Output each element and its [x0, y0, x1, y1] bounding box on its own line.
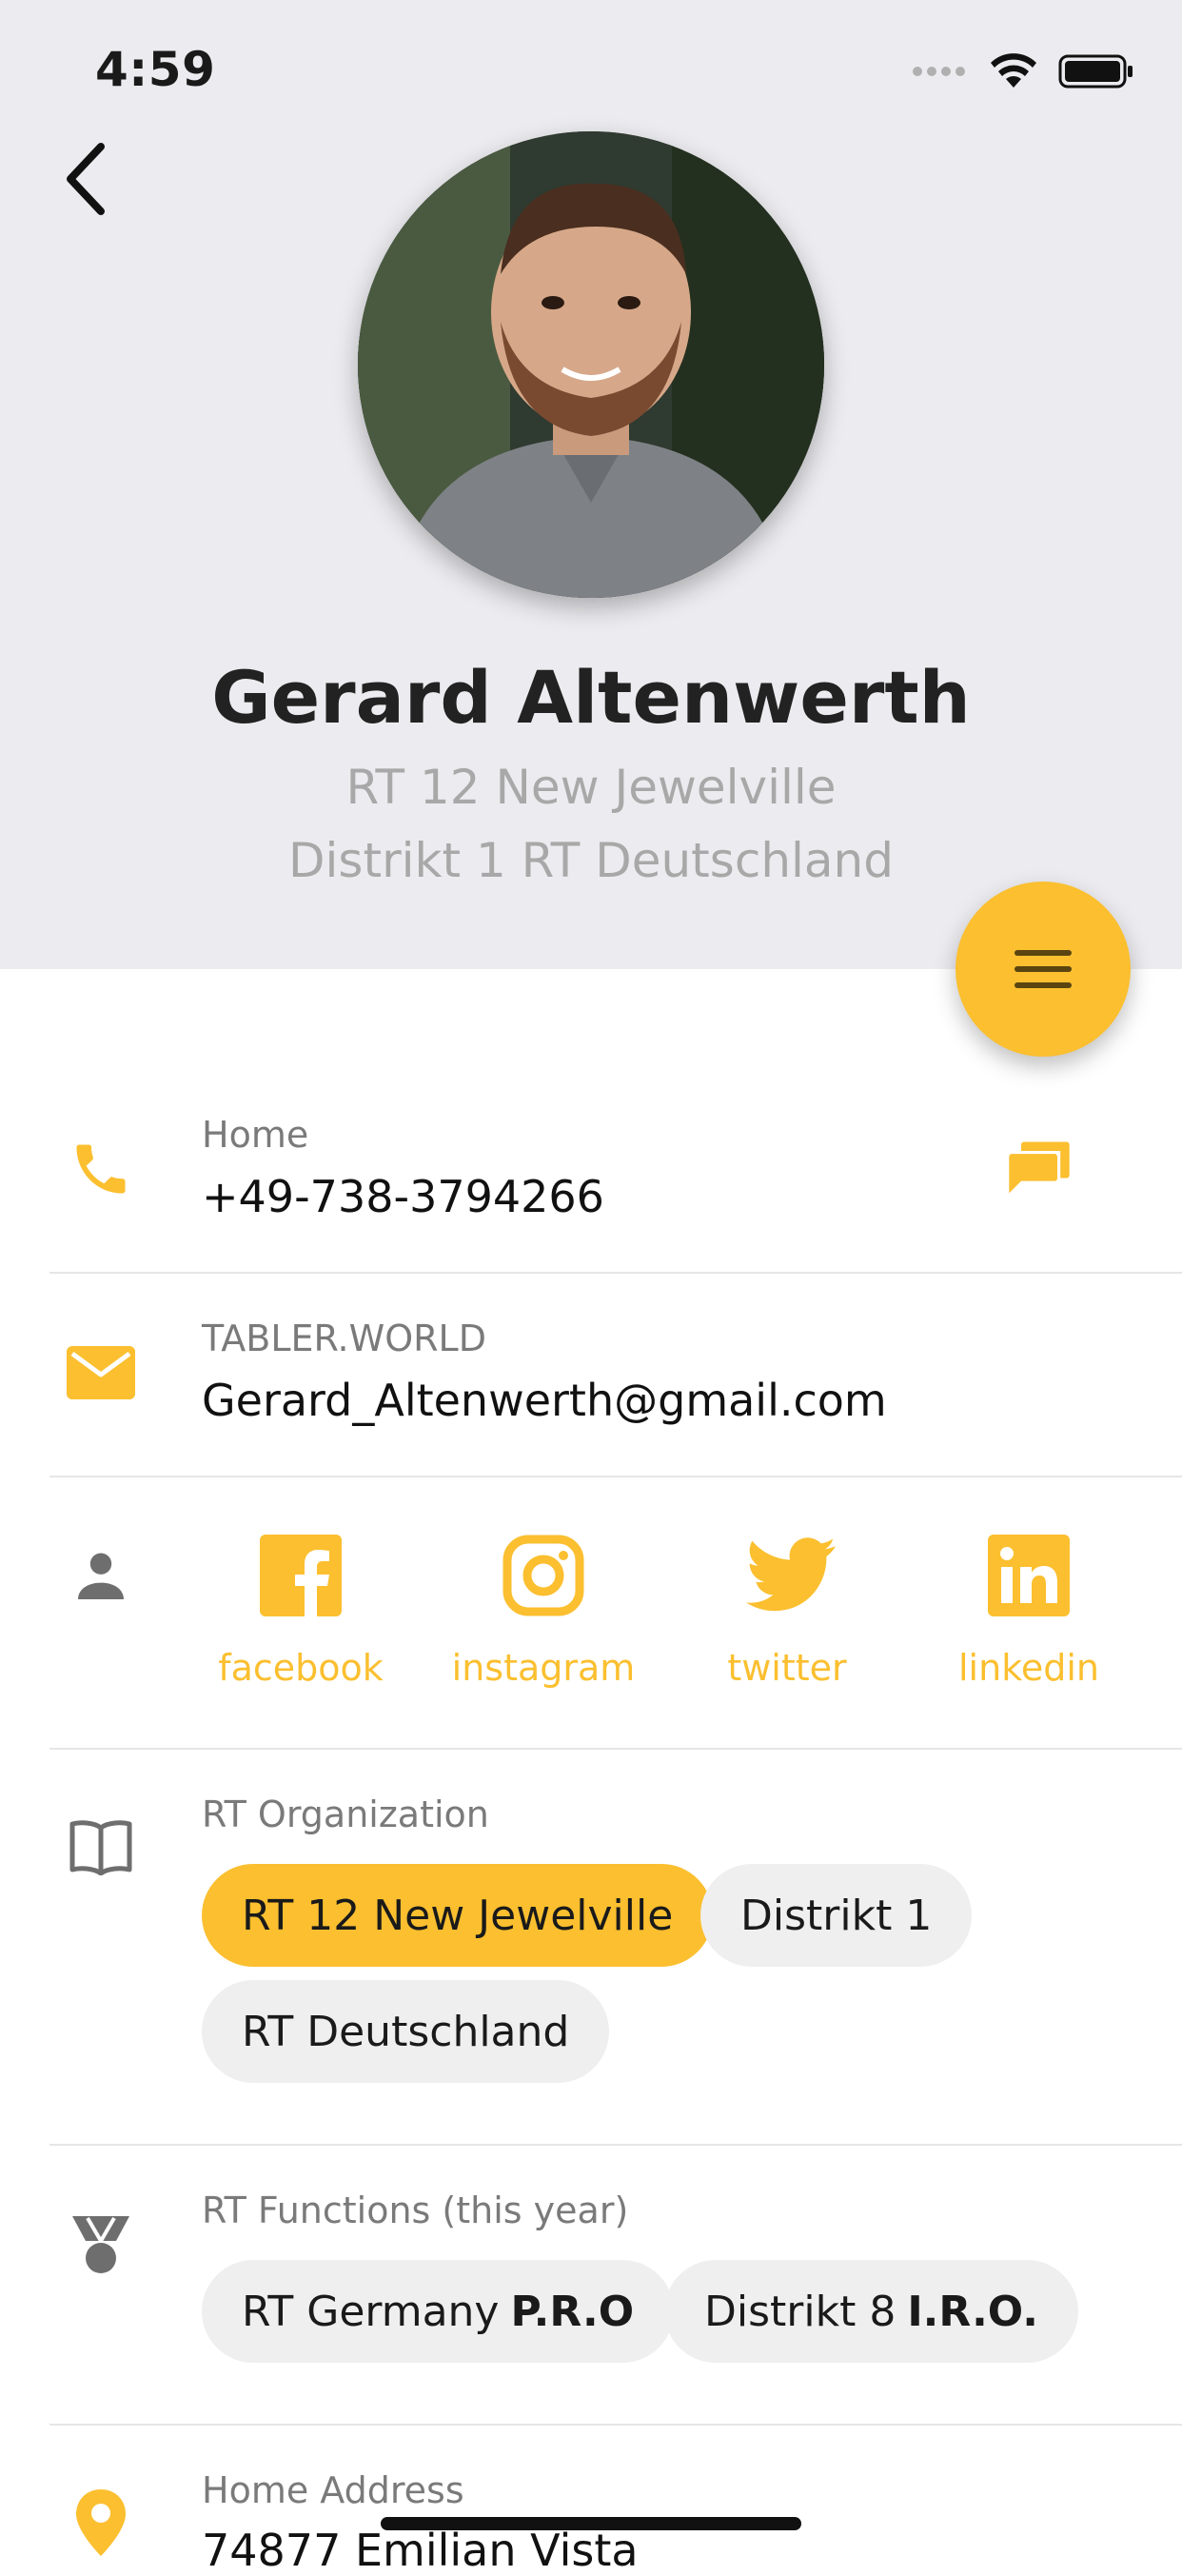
social-label: facebook [218, 1647, 384, 1689]
org-chip[interactable]: RT 12 New Jewelville [202, 1864, 714, 1967]
phone-number[interactable]: +49-738-3794266 [202, 1171, 604, 1222]
avatar [358, 131, 824, 598]
menu-fab-button[interactable] [955, 882, 1131, 1057]
battery-icon [1058, 54, 1133, 89]
social-twitter[interactable]: twitter [692, 1535, 882, 1689]
signal-icon [913, 67, 965, 76]
person-icon [63, 1538, 139, 1615]
message-button[interactable] [1003, 1133, 1075, 1205]
address-value[interactable]: 74877 Emilian Vista [202, 2525, 639, 2576]
facebook-icon [260, 1535, 342, 1616]
linkedin-icon [988, 1535, 1070, 1616]
function-chip-prefix: Distrikt 8 [704, 2287, 896, 2336]
menu-icon [1015, 950, 1072, 988]
book-icon [63, 1809, 139, 1885]
chat-icon [1009, 1141, 1070, 1194]
profile-name: Gerard Altenwerth [211, 655, 971, 740]
divider [49, 2424, 1182, 2426]
divider [49, 2144, 1182, 2146]
social-label: instagram [451, 1647, 636, 1689]
chevron-left-icon [67, 143, 105, 215]
address-label: Home Address [202, 2469, 464, 2511]
social-label: linkedin [958, 1647, 1099, 1689]
medal-icon [63, 2205, 139, 2281]
phone-label: Home [202, 1114, 309, 1156]
org-chip[interactable]: RT Deutschland [202, 1980, 610, 2083]
instagram-icon [502, 1535, 584, 1616]
email-address[interactable]: Gerard_Altenwerth@gmail.com [202, 1375, 887, 1426]
profile-subtitle-line1: RT 12 New Jewelville [345, 760, 837, 815]
status-icons [912, 53, 1134, 89]
back-button[interactable] [59, 141, 116, 217]
social-label: twitter [727, 1647, 847, 1689]
profile-subtitle-line2: Distrikt 1 RT Deutschland [288, 833, 894, 888]
social-linkedin[interactable]: linkedin [934, 1535, 1124, 1689]
email-label: TABLER.WORLD [202, 1318, 486, 1359]
organization-label: RT Organization [202, 1793, 489, 1835]
function-chip-role: I.R.O. [907, 2287, 1038, 2336]
functions-label: RT Functions (this year) [202, 2190, 629, 2231]
location-pin-icon [63, 2485, 139, 2561]
mail-icon [63, 1335, 139, 1411]
function-chip[interactable]: RT Germany P.R.O [202, 2260, 675, 2363]
function-chip[interactable]: Distrikt 8 I.R.O. [664, 2260, 1078, 2363]
home-indicator [381, 2517, 801, 2530]
social-instagram[interactable]: instagram [448, 1535, 639, 1689]
wifi-icon [991, 53, 1036, 88]
divider [49, 1476, 1182, 1477]
social-facebook[interactable]: facebook [206, 1535, 396, 1689]
phone-icon [63, 1131, 139, 1207]
function-chip-prefix: RT Germany [242, 2287, 500, 2336]
divider [49, 1272, 1182, 1274]
twitter-icon [746, 1535, 836, 1616]
function-chip-role: P.R.O [510, 2287, 635, 2336]
org-chip[interactable]: Distrikt 1 [700, 1864, 973, 1967]
status-time: 4:59 [95, 42, 216, 97]
divider [49, 1748, 1182, 1750]
